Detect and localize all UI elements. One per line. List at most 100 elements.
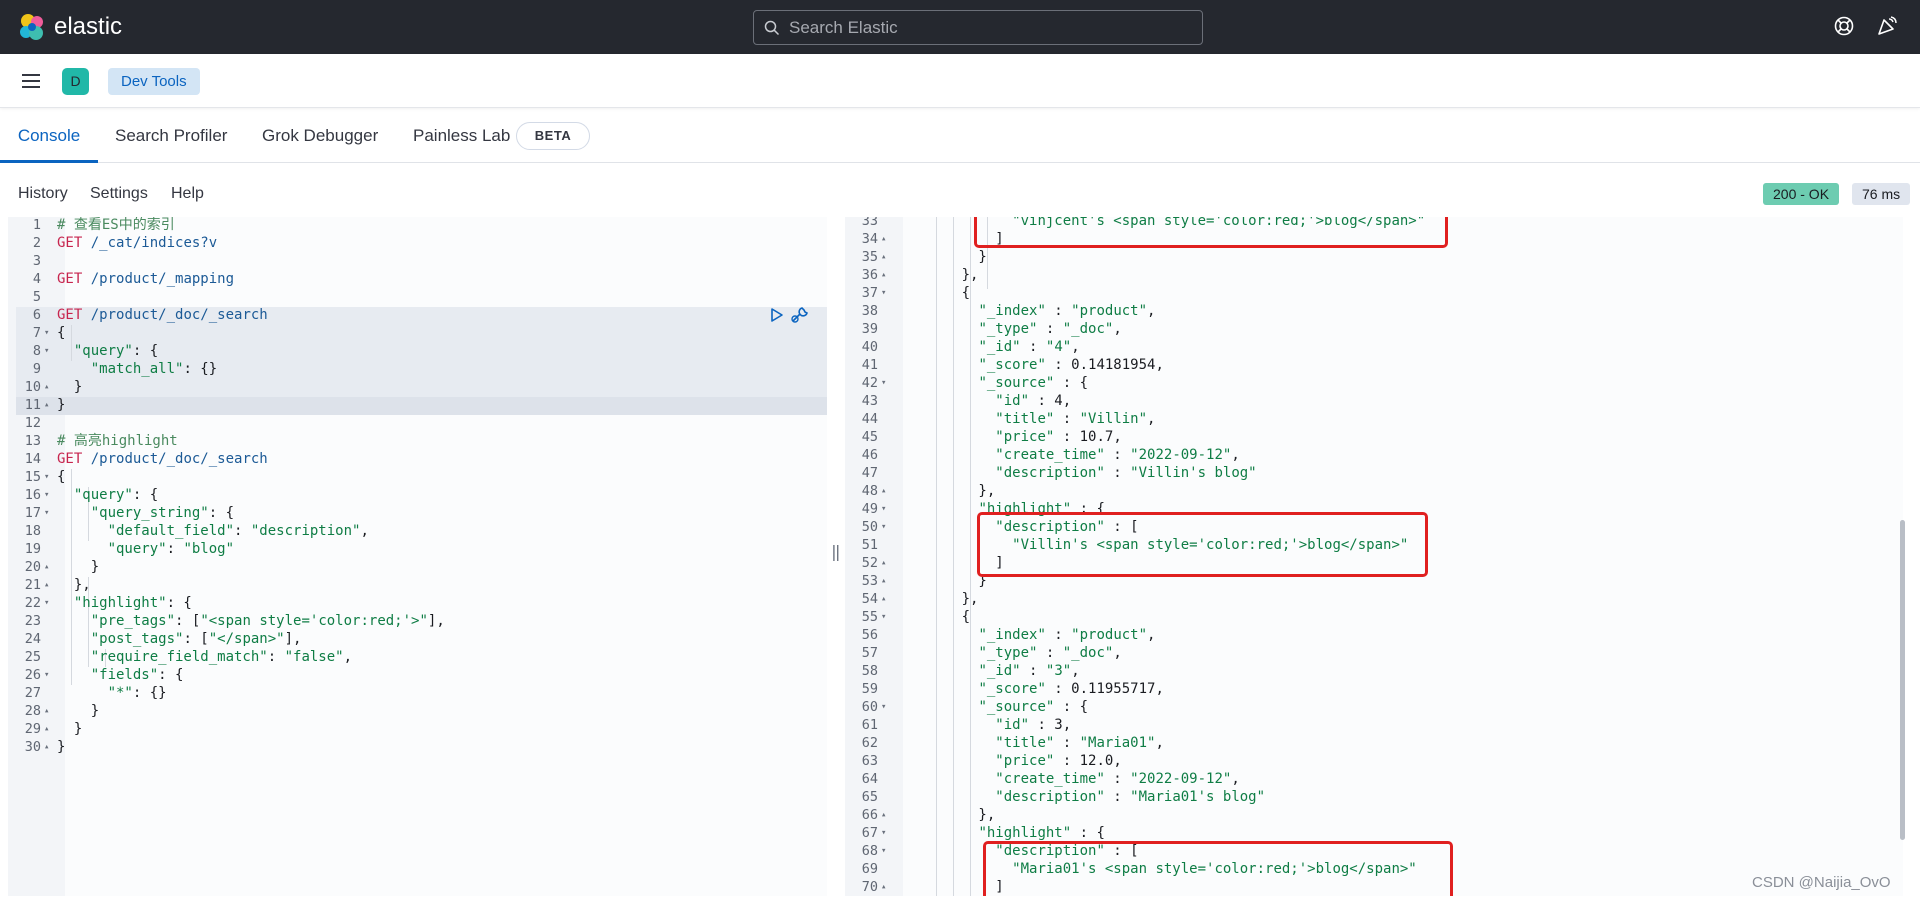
code-token: "_score" bbox=[978, 357, 1046, 373]
code-token: "price" bbox=[995, 429, 1055, 445]
response-line: 60 ▾ "_source" : { bbox=[845, 698, 1903, 716]
fold-toggle[interactable]: ▴ bbox=[881, 230, 893, 248]
code-token: : bbox=[1104, 465, 1131, 481]
elastic-logo[interactable]: elastic bbox=[18, 13, 122, 41]
request-line: 7 ▾{ bbox=[8, 324, 827, 342]
request-code: } bbox=[57, 702, 99, 720]
line-number: 22 bbox=[24, 595, 41, 611]
console-toolbar: History Settings Help bbox=[0, 163, 1920, 217]
fold-toggle[interactable]: ▴ bbox=[881, 266, 893, 284]
line-number: 47 bbox=[861, 465, 878, 481]
fold-toggle[interactable]: ▾ bbox=[44, 504, 56, 522]
fold-toggle[interactable]: ▾ bbox=[44, 342, 56, 360]
code-token: "_score" bbox=[978, 681, 1046, 697]
fold-toggle[interactable]: ▾ bbox=[44, 486, 56, 504]
code-token: , bbox=[1155, 735, 1164, 751]
fold-toggle[interactable]: ▴ bbox=[44, 396, 56, 414]
fold-toggle[interactable]: ▾ bbox=[881, 374, 893, 392]
response-line: 46 "create_time" : "2022-09-12", bbox=[845, 446, 1903, 464]
request-code: GET /_cat/indices?v bbox=[57, 234, 217, 252]
fold-toggle[interactable]: ▴ bbox=[881, 572, 893, 590]
fold-toggle[interactable]: ▾ bbox=[44, 666, 56, 684]
code-token: , bbox=[343, 649, 353, 665]
history-link[interactable]: History bbox=[18, 185, 68, 203]
request-line: 2 GET /_cat/indices?v bbox=[8, 234, 827, 252]
code-token: , bbox=[1071, 663, 1080, 679]
breadcrumb-dev-tools[interactable]: Dev Tools bbox=[108, 68, 200, 95]
response-line: 61 "id" : 3, bbox=[845, 716, 1903, 734]
fold-toggle[interactable]: ▴ bbox=[44, 738, 56, 756]
request-editor[interactable]: 1 # 查看ES中的索引 2 GET /_cat/indices?v 3 4 GET /pr… bbox=[8, 217, 827, 896]
global-search[interactable] bbox=[753, 10, 1203, 45]
line-number: 52 bbox=[861, 555, 878, 571]
code-token: "id" bbox=[995, 717, 1030, 733]
tab-console[interactable]: Console bbox=[0, 108, 98, 163]
code-token: : bbox=[1020, 663, 1046, 679]
http-method: GET bbox=[57, 235, 83, 251]
request-code: # 高亮highlight bbox=[57, 433, 178, 449]
line-number: 14 bbox=[24, 451, 41, 467]
fold-toggle[interactable]: ▴ bbox=[881, 248, 893, 266]
code-token: , bbox=[1113, 645, 1122, 661]
line-number: 65 bbox=[861, 789, 878, 805]
line-number: 59 bbox=[861, 681, 878, 697]
code-token: } bbox=[57, 703, 100, 719]
fold-toggle[interactable]: ▾ bbox=[881, 824, 893, 842]
help-link[interactable]: Help bbox=[171, 185, 204, 203]
pane-resize-handle[interactable]: ‖ bbox=[831, 542, 841, 561]
code-token: : 12.0, bbox=[1054, 753, 1122, 769]
help-lifebuoy-icon[interactable] bbox=[1833, 15, 1855, 37]
line-number: 39 bbox=[861, 321, 878, 337]
line-number: 36 bbox=[861, 267, 878, 283]
code-token: { bbox=[57, 469, 66, 485]
search-input[interactable] bbox=[789, 11, 1189, 44]
fold-toggle[interactable]: ▾ bbox=[44, 468, 56, 486]
fold-toggle[interactable]: ▾ bbox=[881, 698, 893, 716]
fold-toggle[interactable]: ▴ bbox=[44, 558, 56, 576]
fold-toggle[interactable]: ▴ bbox=[44, 378, 56, 396]
space-avatar[interactable]: D bbox=[62, 68, 89, 95]
code-token: , bbox=[1231, 771, 1240, 787]
line-number: 3 bbox=[32, 253, 41, 269]
fold-toggle[interactable]: ▾ bbox=[44, 594, 56, 612]
hamburger-menu-icon[interactable] bbox=[22, 73, 42, 89]
fold-toggle[interactable]: ▴ bbox=[44, 702, 56, 720]
newsfeed-icon[interactable] bbox=[1876, 15, 1898, 37]
fold-toggle[interactable]: ▾ bbox=[881, 500, 893, 518]
response-line: 35 ▴ } bbox=[845, 248, 1903, 266]
request-code: } bbox=[57, 396, 65, 414]
tab-painless-lab[interactable]: Painless Lab bbox=[413, 108, 510, 163]
code-token: : 4, bbox=[1029, 393, 1072, 409]
line-number: 38 bbox=[861, 303, 878, 319]
response-line: 40 "_id" : "4", bbox=[845, 338, 1903, 356]
response-code: "_score" : 0.11955717, bbox=[911, 680, 1163, 698]
fold-toggle[interactable]: ▾ bbox=[44, 324, 56, 342]
fold-toggle[interactable]: ▴ bbox=[881, 554, 893, 572]
tab-grok-debugger[interactable]: Grok Debugger bbox=[262, 108, 378, 163]
fold-toggle[interactable]: ▴ bbox=[881, 482, 893, 500]
fold-toggle[interactable]: ▴ bbox=[881, 878, 893, 896]
response-line: 67 ▾ "highlight" : { bbox=[845, 824, 1903, 842]
fold-toggle[interactable]: ▴ bbox=[881, 806, 893, 824]
fold-toggle[interactable]: ▴ bbox=[881, 590, 893, 608]
highlight-callout-box bbox=[977, 512, 1428, 577]
code-token: "match_all" bbox=[90, 361, 184, 377]
request-line: 21 ▴ }, bbox=[8, 576, 827, 594]
fold-toggle[interactable]: ▾ bbox=[881, 608, 893, 626]
response-scrollbar[interactable] bbox=[1900, 520, 1905, 840]
code-token: "description" bbox=[995, 465, 1105, 481]
fold-toggle[interactable]: ▴ bbox=[44, 576, 56, 594]
code-token: "price" bbox=[995, 753, 1055, 769]
line-number: 48 bbox=[861, 483, 878, 499]
settings-link[interactable]: Settings bbox=[90, 185, 148, 203]
tab-search-profiler[interactable]: Search Profiler bbox=[115, 108, 227, 163]
fold-toggle[interactable]: ▴ bbox=[44, 720, 56, 738]
fold-toggle[interactable]: ▾ bbox=[881, 842, 893, 860]
code-token: "_type" bbox=[978, 645, 1038, 661]
fold-toggle[interactable]: ▾ bbox=[881, 518, 893, 536]
fold-toggle[interactable]: ▾ bbox=[881, 284, 893, 302]
